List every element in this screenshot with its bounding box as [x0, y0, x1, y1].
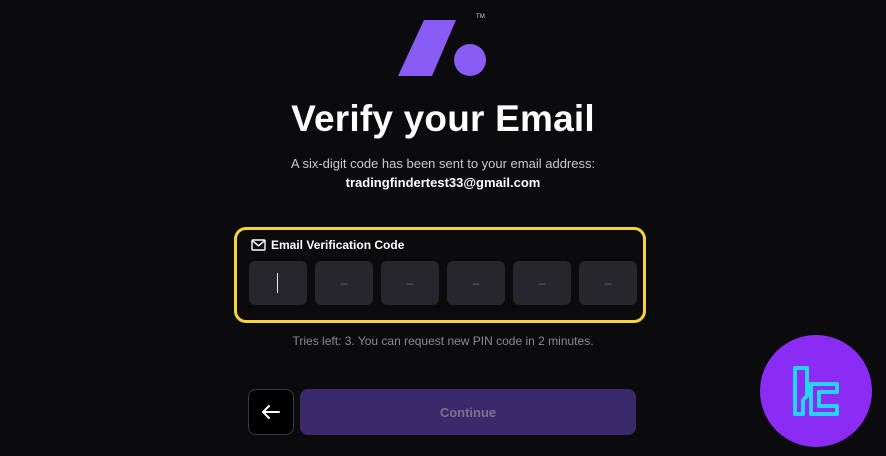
continue-button-label: Continue	[439, 404, 497, 420]
code-digit-2[interactable]: –	[315, 261, 373, 305]
recipient-email: tradingfindertest33@gmail.com	[345, 175, 541, 190]
continue-button[interactable]: Continue	[300, 389, 636, 435]
verification-code-label: Email Verification Code	[251, 238, 404, 252]
code-digit-6[interactable]: –	[579, 261, 637, 305]
code-digit-1[interactable]	[249, 261, 307, 305]
verification-code-panel: Email Verification Code – – – – –	[234, 227, 646, 323]
verification-code-label-text: Email Verification Code	[271, 238, 405, 252]
envelope-icon	[251, 239, 266, 251]
tries-left-notice: Tries left: 3. You can request new PIN c…	[292, 334, 594, 348]
trademark-mark: TM	[476, 14, 486, 20]
code-digit-4[interactable]: –	[447, 261, 505, 305]
brand-logo-icon	[398, 20, 486, 76]
tradingfinder-badge-icon	[760, 335, 872, 447]
arrow-left-icon	[262, 405, 280, 419]
page-subtitle: A six-digit code has been sent to your e…	[290, 156, 596, 171]
back-button[interactable]	[248, 389, 294, 435]
badge-glyph	[793, 366, 839, 416]
code-digit-inputs: – – – – –	[249, 261, 637, 305]
code-digit-3[interactable]: –	[381, 261, 439, 305]
code-digit-5[interactable]: –	[513, 261, 571, 305]
page-title: Verify your Email	[291, 98, 595, 139]
